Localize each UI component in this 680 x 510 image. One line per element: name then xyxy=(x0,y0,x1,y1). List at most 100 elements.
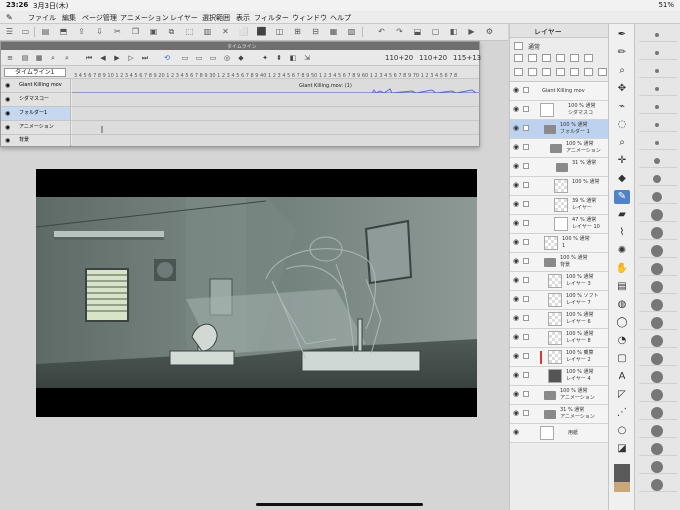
brush-size-option[interactable] xyxy=(639,388,677,402)
visibility-eye-icon[interactable]: ◉ xyxy=(513,106,520,113)
brush-size-option[interactable] xyxy=(639,424,677,438)
home-indicator[interactable] xyxy=(256,503,423,506)
brush-size-option[interactable] xyxy=(639,352,677,366)
layer-lock-checkbox[interactable] xyxy=(523,144,529,150)
menu-animation[interactable]: アニメーション xyxy=(120,13,169,23)
brush-size-option[interactable] xyxy=(639,244,677,258)
pen-icon[interactable]: ✒ xyxy=(614,28,630,42)
snap-icon[interactable]: ⬓ xyxy=(412,27,423,37)
light-table-icon[interactable]: ◧ xyxy=(289,54,297,62)
brush-size-option[interactable] xyxy=(639,28,677,42)
visibility-eye-icon[interactable]: ◉ xyxy=(5,79,10,92)
export-frame-icon[interactable]: ⇲ xyxy=(303,54,311,62)
zoom-icon[interactable]: ⌕ xyxy=(49,54,57,62)
visibility-eye-icon[interactable]: ◉ xyxy=(5,121,10,134)
new-vector-layer-icon[interactable] xyxy=(528,68,537,76)
clip-icon[interactable] xyxy=(528,54,537,62)
layer-lock-checkbox[interactable] xyxy=(523,182,529,188)
canvas[interactable] xyxy=(35,169,477,417)
delete-cel-icon[interactable]: ▭ xyxy=(209,54,217,62)
cut-icon[interactable]: ✂ xyxy=(112,27,123,37)
menu-selection[interactable]: 選択範囲 xyxy=(202,13,230,23)
brush-size-option[interactable] xyxy=(639,154,677,168)
layer-row[interactable]: ◉ 100 % 通常 1 xyxy=(510,234,609,253)
operation-icon[interactable]: ✛ xyxy=(614,154,630,168)
new-timeline-icon[interactable]: ▤ xyxy=(21,54,29,62)
brush-size-option[interactable] xyxy=(639,262,677,276)
pencil-icon[interactable]: ✏ xyxy=(614,46,630,60)
deselect-icon[interactable]: ⬛ xyxy=(256,27,267,37)
menu-window[interactable]: ウィンドウ xyxy=(292,13,327,23)
figure-icon[interactable]: ◔ xyxy=(614,334,630,348)
brush-size-option[interactable] xyxy=(639,46,677,60)
visibility-eye-icon[interactable]: ◉ xyxy=(5,93,10,106)
blend-mode-select[interactable]: 通常 xyxy=(528,42,540,51)
brush-size-option[interactable] xyxy=(639,280,677,294)
visibility-eye-icon[interactable]: ◉ xyxy=(513,429,520,436)
timeline-settings-icon[interactable]: ▦ xyxy=(35,54,43,62)
select-all-icon[interactable]: ⬜ xyxy=(238,27,249,37)
brush-size-option[interactable] xyxy=(639,82,677,96)
brush-size-option[interactable] xyxy=(639,442,677,456)
new-raster-layer-icon[interactable] xyxy=(514,68,523,76)
onion-skin-icon[interactable]: ◎ xyxy=(223,54,231,62)
timeline-track[interactable]: ◉ アニメーション xyxy=(1,121,479,135)
frame-icon[interactable]: ▢ xyxy=(614,352,630,366)
clear-icon[interactable]: ✕ xyxy=(220,27,231,37)
palette-icon[interactable] xyxy=(570,54,579,62)
track-lane[interactable] xyxy=(72,107,479,120)
last-frame-icon[interactable]: ⏭ xyxy=(141,54,149,62)
copy-icon[interactable]: ❐ xyxy=(130,27,141,37)
layer-lock-checkbox[interactable] xyxy=(523,391,529,397)
onion-skin-icon[interactable]: ◧ xyxy=(448,27,459,37)
brush-size-option[interactable] xyxy=(639,226,677,240)
layer-row[interactable]: ◉ 100 % 通常 レイヤー 6 xyxy=(510,310,609,329)
export-icon[interactable]: ⇪ xyxy=(76,27,87,37)
redo-icon[interactable]: ↷ xyxy=(394,27,405,37)
settings-icon[interactable]: ⚙ xyxy=(484,27,495,37)
first-frame-icon[interactable]: ⏮ xyxy=(85,54,93,62)
brush-size-option[interactable] xyxy=(639,406,677,420)
transform-icon[interactable]: ⬚ xyxy=(184,27,195,37)
duplicate-icon[interactable]: ⧉ xyxy=(166,27,177,37)
preview-icon[interactable]: ▶ xyxy=(466,27,477,37)
layer-lock-checkbox[interactable] xyxy=(523,258,529,264)
layer-row[interactable]: ◉ 100 % 通常 背景 xyxy=(510,253,609,272)
menu-icon[interactable]: ☰ xyxy=(4,27,15,37)
prev-frame-icon[interactable]: ◀ xyxy=(99,54,107,62)
frame-ruler[interactable]: 3 4 5 6 7 8 9 10 1 2 3 4 5 6 7 8 9 20 1 … xyxy=(72,66,479,79)
layer-row[interactable]: ◉ 100 % 通常 レイヤー 8 xyxy=(510,329,609,348)
layer-row[interactable]: ◉ 100 % 通常 アニメーション xyxy=(510,386,609,405)
timeline-track[interactable]: ◉ シダマスコー xyxy=(1,93,479,107)
zoom-icon[interactable]: ⌕ xyxy=(614,64,630,78)
airbrush-icon[interactable]: ✺ xyxy=(614,244,630,258)
layer-lock-checkbox[interactable] xyxy=(523,163,529,169)
layer-lock-checkbox[interactable] xyxy=(523,372,529,378)
brush-size-option[interactable] xyxy=(639,478,677,492)
track-lane[interactable]: Giant Killing.mov: (1) xyxy=(72,79,479,94)
visibility-eye-icon[interactable]: ◉ xyxy=(513,277,520,284)
move-icon[interactable]: ✥ xyxy=(614,82,630,96)
search-icon[interactable]: ⌕ xyxy=(614,136,630,150)
visibility-eye-icon[interactable]: ◉ xyxy=(513,353,520,360)
visibility-eye-icon[interactable]: ◉ xyxy=(513,201,520,208)
loop-icon[interactable]: ⟲ xyxy=(163,54,171,62)
open-icon[interactable]: ▤ xyxy=(40,27,51,37)
visibility-eye-icon[interactable]: ◉ xyxy=(513,220,520,227)
circle-icon[interactable]: ○ xyxy=(614,424,630,438)
brush-size-option[interactable] xyxy=(639,136,677,150)
blend-icon[interactable]: ⌇ xyxy=(614,226,630,240)
new-cel-icon[interactable]: ▭ xyxy=(181,54,189,62)
color-wheel-icon[interactable]: ◍ xyxy=(614,298,630,312)
layer-lock-checkbox[interactable] xyxy=(523,239,529,245)
balloon-icon[interactable]: ◯ xyxy=(614,316,630,330)
track-lane[interactable] xyxy=(72,121,479,134)
brush-icon[interactable]: ✎ xyxy=(614,190,630,204)
shrink-icon[interactable]: ⊟ xyxy=(310,27,321,37)
layer-row[interactable]: ◉ 31 % 通常 アニメーション xyxy=(510,405,609,424)
ruler-icon[interactable]: ▧ xyxy=(346,27,357,37)
layer-row[interactable]: ◉ 47 % 通常 レイヤー 10 xyxy=(510,215,609,234)
app-logo-icon[interactable]: ✎ xyxy=(6,13,13,22)
layer-lock-checkbox[interactable] xyxy=(523,410,529,416)
fill-bucket-icon[interactable]: ◆ xyxy=(614,172,630,186)
